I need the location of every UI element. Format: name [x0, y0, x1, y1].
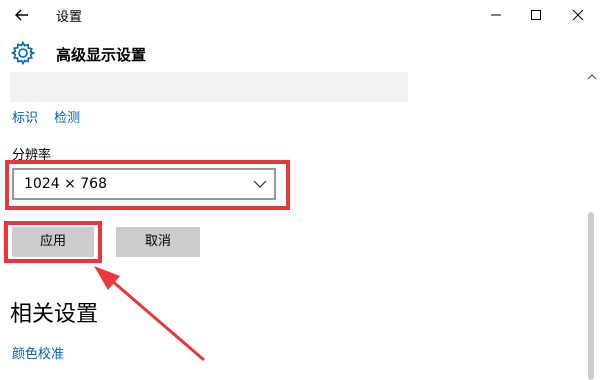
maximize-button[interactable]: [526, 5, 546, 25]
gear-icon: [10, 40, 36, 66]
display-links: 标识 检测: [12, 107, 92, 126]
page-header: 高级显示设置: [0, 36, 600, 72]
scroll-up-icon[interactable]: [587, 72, 597, 82]
close-icon: [572, 9, 584, 21]
title-bar: 设置: [0, 0, 600, 30]
back-arrow-icon: [15, 9, 28, 21]
chevron-down-icon: [253, 180, 267, 188]
resolution-dropdown[interactable]: 1024 × 768: [12, 168, 276, 200]
resolution-value: 1024 × 768: [24, 176, 107, 192]
cancel-button[interactable]: 取消: [116, 227, 200, 257]
detect-link[interactable]: 检测: [54, 111, 80, 126]
page-title: 高级显示设置: [56, 46, 147, 64]
related-settings-heading: 相关设置: [10, 302, 99, 327]
window-title: 设置: [56, 10, 83, 25]
minimize-button[interactable]: [486, 5, 506, 25]
maximize-icon: [531, 10, 541, 20]
close-button[interactable]: [568, 5, 588, 25]
apply-button[interactable]: 应用: [12, 227, 94, 257]
display-preview: [10, 72, 408, 102]
scrollbar-thumb[interactable]: [588, 212, 594, 380]
minimize-icon: [491, 14, 501, 16]
identify-link[interactable]: 标识: [12, 111, 38, 126]
back-button[interactable]: [12, 5, 32, 25]
color-calibration-link[interactable]: 颜色校准: [12, 343, 64, 362]
